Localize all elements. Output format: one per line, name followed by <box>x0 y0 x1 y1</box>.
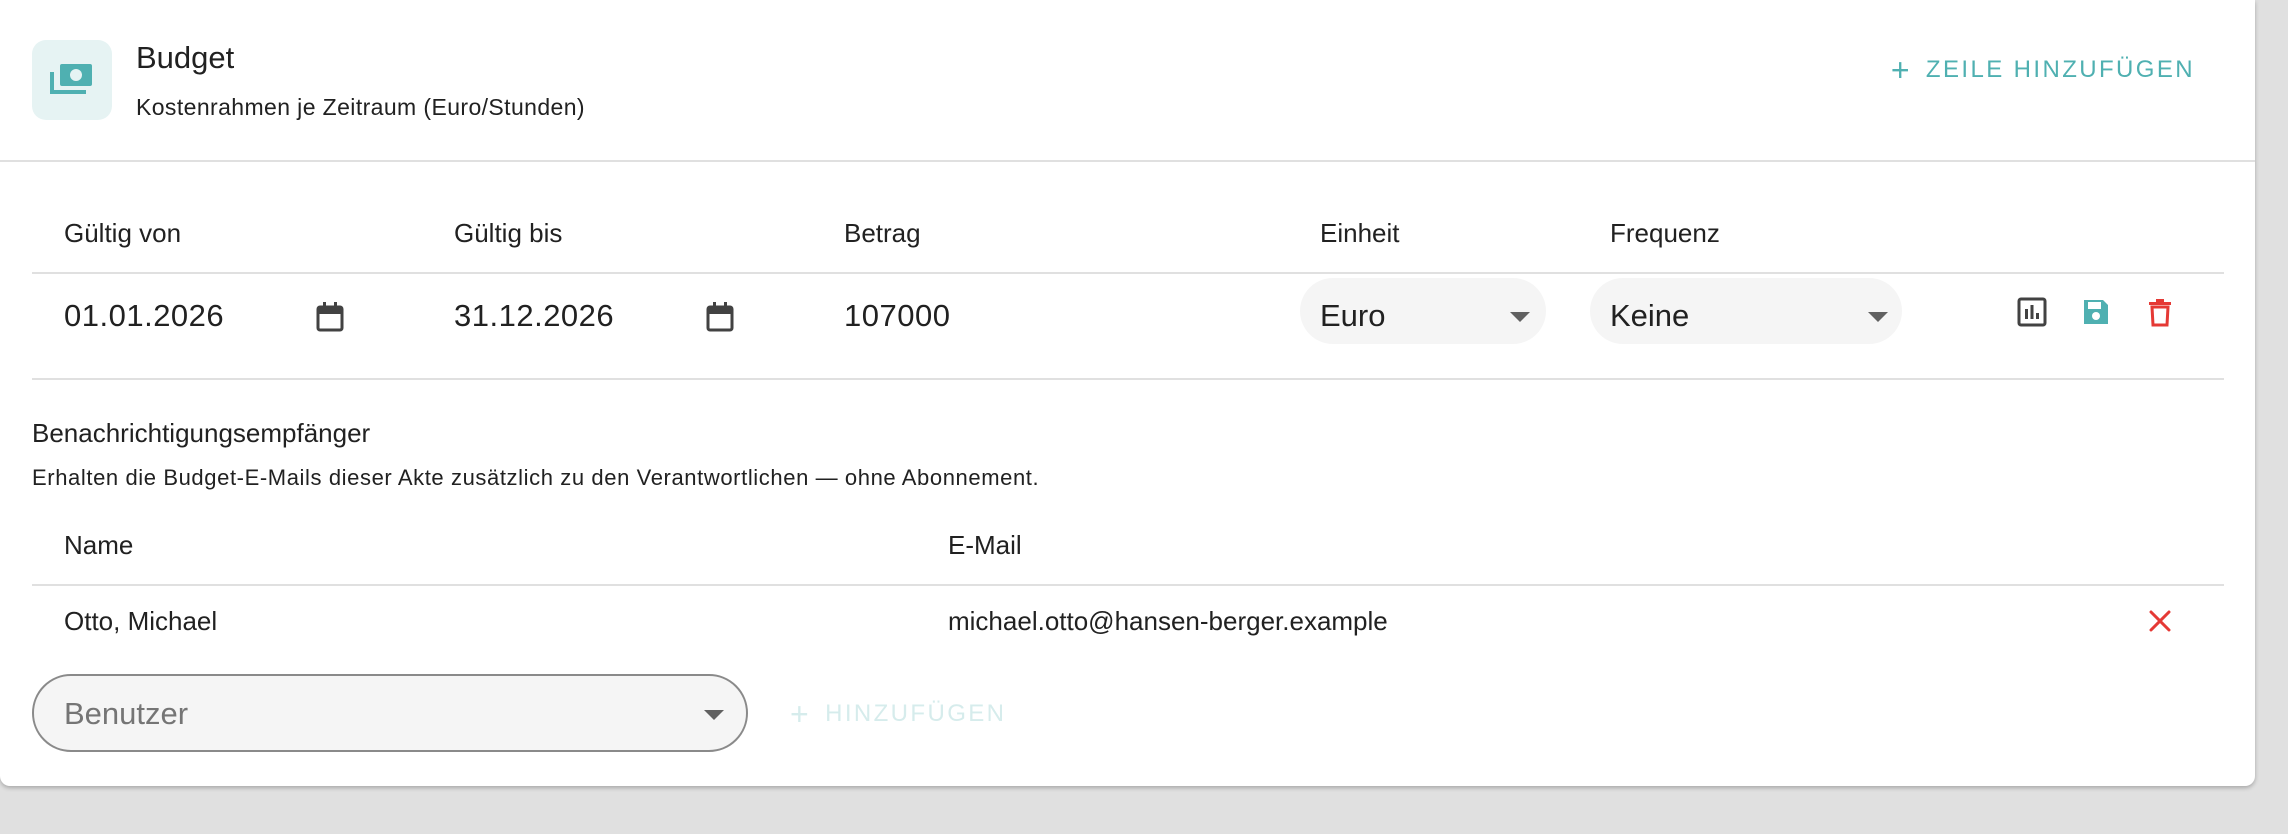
valid-to-field[interactable]: 31.12.2026 <box>454 298 614 334</box>
budget-card: Budget Kostenrahmen je Zeitraum (Euro/St… <box>0 0 2255 786</box>
plus-icon: + <box>790 696 812 732</box>
column-header-name: Name <box>64 530 134 560</box>
chevron-down-icon <box>1868 312 1888 322</box>
plus-icon: + <box>1890 52 1912 88</box>
column-header-email: E-Mail <box>948 530 1022 560</box>
recipient-email: michael.otto@hansen-berger.example <box>948 606 1388 636</box>
column-header-frequency: Frequenz <box>1610 218 1720 248</box>
valid-from-field[interactable]: 01.01.2026 <box>64 298 224 334</box>
table-divider <box>32 584 2224 586</box>
add-row-label: ZEILE HINZUFÜGEN <box>1925 56 2195 83</box>
column-header-unit: Einheit <box>1320 218 1400 248</box>
card-title: Budget <box>136 40 235 75</box>
delete-icon[interactable] <box>2144 296 2176 328</box>
unit-select-value: Euro <box>1320 298 1386 333</box>
card-header: Budget Kostenrahmen je Zeitraum (Euro/St… <box>0 0 2255 162</box>
chevron-down-icon <box>704 710 724 720</box>
chevron-down-icon <box>1510 312 1530 322</box>
column-header-valid-to: Gültig bis <box>454 218 563 248</box>
table-divider <box>32 272 2224 274</box>
add-recipient-button[interactable]: + HINZUFÜGEN <box>790 696 1007 732</box>
table-divider <box>32 378 2224 380</box>
add-recipient-label: HINZUFÜGEN <box>825 700 1007 727</box>
column-header-amount: Betrag <box>844 218 921 248</box>
close-icon[interactable] <box>2146 607 2174 635</box>
column-header-valid-from: Gültig von <box>64 218 182 248</box>
amount-field[interactable]: 107000 <box>844 298 950 334</box>
frequency-select-value: Keine <box>1610 298 1690 333</box>
user-select-placeholder: Benutzer <box>64 696 189 731</box>
card-subtitle: Kostenrahmen je Zeitraum (Euro/Stunden) <box>136 94 585 120</box>
calendar-icon[interactable] <box>706 302 734 332</box>
report-icon[interactable] <box>2016 296 2048 328</box>
money-icon <box>32 40 112 120</box>
section-title: Benachrichtigungsempfänger <box>32 418 371 448</box>
recipient-name: Otto, Michael <box>64 606 218 636</box>
user-select[interactable]: Benutzer <box>32 674 748 752</box>
save-icon[interactable] <box>2080 296 2112 328</box>
section-description: Erhalten die Budget-E-Mails dieser Akte … <box>32 465 1040 490</box>
add-row-button[interactable]: + ZEILE HINZUFÜGEN <box>1890 52 2195 88</box>
calendar-icon[interactable] <box>316 302 344 332</box>
